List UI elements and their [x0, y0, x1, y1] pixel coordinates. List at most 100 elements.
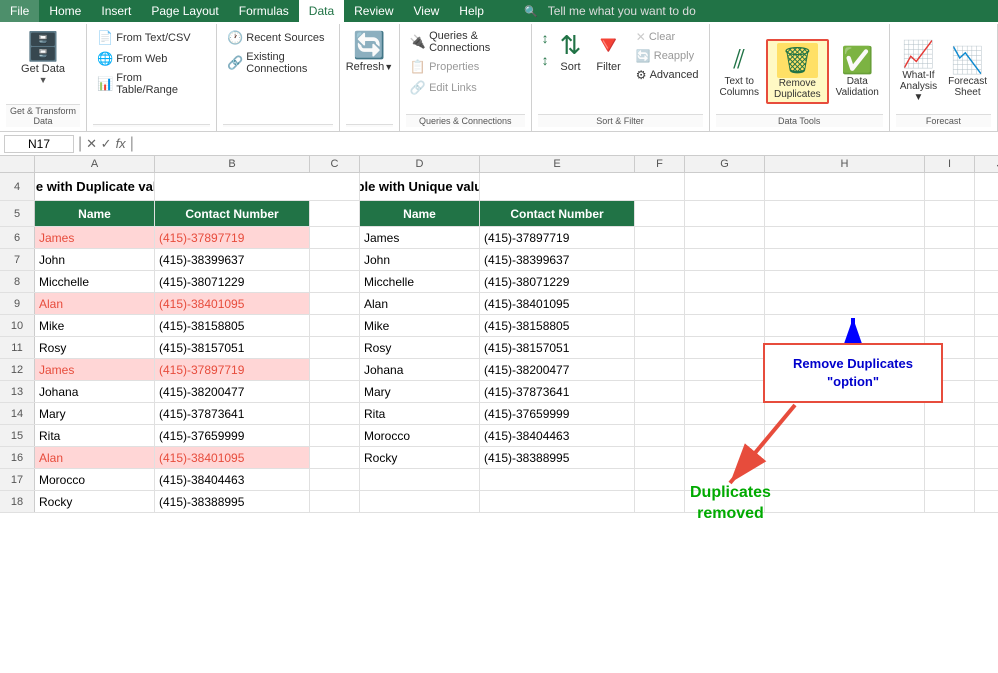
- name-box[interactable]: [4, 135, 74, 153]
- menu-view[interactable]: View: [404, 0, 450, 22]
- properties-button[interactable]: 📋 Properties: [406, 57, 525, 77]
- data-validation-button[interactable]: ✅ DataValidation: [832, 43, 883, 100]
- text-to-columns-button[interactable]: ⫽ Text toColumns: [716, 42, 763, 100]
- cell-j13[interactable]: [975, 381, 998, 402]
- cell-a7[interactable]: John: [35, 249, 155, 270]
- cell-g10[interactable]: [685, 315, 765, 336]
- cell-i8[interactable]: [925, 271, 975, 292]
- cell-e11[interactable]: (415)-38157051: [480, 337, 635, 358]
- cell-h9[interactable]: [765, 293, 925, 314]
- menu-file[interactable]: File: [0, 0, 39, 22]
- cell-a5[interactable]: Name: [35, 201, 155, 226]
- cell-h4[interactable]: [765, 173, 925, 200]
- cell-g7[interactable]: [685, 249, 765, 270]
- cell-j18[interactable]: [975, 491, 998, 512]
- cell-b6[interactable]: (415)-37897719: [155, 227, 310, 248]
- menu-formulas[interactable]: Formulas: [229, 0, 299, 22]
- cell-e8[interactable]: (415)-38071229: [480, 271, 635, 292]
- col-header-h[interactable]: H: [765, 156, 925, 172]
- cell-j12[interactable]: [975, 359, 998, 380]
- cell-h8[interactable]: [765, 271, 925, 292]
- sort-az-button[interactable]: ↕: [538, 28, 553, 48]
- cell-f6[interactable]: [635, 227, 685, 248]
- forecast-sheet-button[interactable]: 📉 ForecastSheet: [944, 43, 991, 100]
- col-header-d[interactable]: D: [360, 156, 480, 172]
- cell-a4[interactable]: Table with Duplicate values: [35, 173, 155, 200]
- cell-a14[interactable]: Mary: [35, 403, 155, 424]
- cell-a8[interactable]: Micchelle: [35, 271, 155, 292]
- cell-f13[interactable]: [635, 381, 685, 402]
- remove-duplicates-button[interactable]: 🗑 RemoveDuplicates: [766, 39, 829, 104]
- cell-f10[interactable]: [635, 315, 685, 336]
- cell-g14[interactable]: [685, 403, 765, 424]
- cell-i5[interactable]: [925, 201, 975, 226]
- cell-g16[interactable]: [685, 447, 765, 468]
- existing-connections-button[interactable]: 🔗 Existing Connections: [223, 49, 333, 77]
- cell-g4[interactable]: [685, 173, 765, 200]
- cell-f8[interactable]: [635, 271, 685, 292]
- col-header-i[interactable]: I: [925, 156, 975, 172]
- cell-e5[interactable]: Contact Number: [480, 201, 635, 226]
- cell-d5[interactable]: Name: [360, 201, 480, 226]
- cell-h14[interactable]: [765, 403, 925, 424]
- cell-e17[interactable]: [480, 469, 635, 490]
- recent-sources-button[interactable]: 🕐 Recent Sources: [223, 28, 333, 48]
- cell-h5[interactable]: [765, 201, 925, 226]
- cell-d7[interactable]: John: [360, 249, 480, 270]
- cell-c11[interactable]: [310, 337, 360, 358]
- reapply-button[interactable]: 🔄 Reapply: [632, 47, 703, 65]
- cell-b7[interactable]: (415)-38399637: [155, 249, 310, 270]
- cell-d15[interactable]: Morocco: [360, 425, 480, 446]
- cell-a11[interactable]: Rosy: [35, 337, 155, 358]
- cell-b14[interactable]: (415)-37873641: [155, 403, 310, 424]
- cell-e16[interactable]: (415)-38388995: [480, 447, 635, 468]
- cell-e13[interactable]: (415)-37873641: [480, 381, 635, 402]
- menu-help[interactable]: Help: [449, 0, 494, 22]
- menu-insert[interactable]: Insert: [91, 0, 141, 22]
- cell-a10[interactable]: Mike: [35, 315, 155, 336]
- cell-c18[interactable]: [310, 491, 360, 512]
- cell-j7[interactable]: [975, 249, 998, 270]
- cell-b12[interactable]: (415)-37897719: [155, 359, 310, 380]
- cell-i6[interactable]: [925, 227, 975, 248]
- from-web-button[interactable]: 🌐 From Web: [93, 49, 210, 69]
- cell-e6[interactable]: (415)-37897719: [480, 227, 635, 248]
- cell-f5[interactable]: [635, 201, 685, 226]
- cell-j4[interactable]: [975, 173, 998, 200]
- cell-b15[interactable]: (415)-37659999: [155, 425, 310, 446]
- cell-e14[interactable]: (415)-37659999: [480, 403, 635, 424]
- cell-c16[interactable]: [310, 447, 360, 468]
- cell-a13[interactable]: Johana: [35, 381, 155, 402]
- cell-j9[interactable]: [975, 293, 998, 314]
- menu-data[interactable]: Data: [299, 0, 344, 22]
- cell-f7[interactable]: [635, 249, 685, 270]
- cell-d11[interactable]: Rosy: [360, 337, 480, 358]
- from-text-csv-button[interactable]: 📄 From Text/CSV: [93, 28, 210, 48]
- cell-j5[interactable]: [975, 201, 998, 226]
- cell-c10[interactable]: [310, 315, 360, 336]
- cell-d17[interactable]: [360, 469, 480, 490]
- cell-f14[interactable]: [635, 403, 685, 424]
- cell-b16[interactable]: (415)-38401095: [155, 447, 310, 468]
- cell-h10[interactable]: [765, 315, 925, 336]
- col-header-g[interactable]: G: [685, 156, 765, 172]
- cell-a12[interactable]: James: [35, 359, 155, 380]
- cell-j16[interactable]: [975, 447, 998, 468]
- what-if-button[interactable]: 📈 What-IfAnalysis ▼: [896, 37, 941, 105]
- menu-page-layout[interactable]: Page Layout: [141, 0, 228, 22]
- cell-b18[interactable]: (415)-38388995: [155, 491, 310, 512]
- from-table-button[interactable]: 📊 From Table/Range: [93, 70, 210, 98]
- cell-a9[interactable]: Alan: [35, 293, 155, 314]
- cell-c13[interactable]: [310, 381, 360, 402]
- refresh-button[interactable]: 🔄 Refresh ▼: [342, 28, 397, 75]
- cell-i7[interactable]: [925, 249, 975, 270]
- cell-c5[interactable]: [310, 201, 360, 226]
- cell-a16[interactable]: Alan: [35, 447, 155, 468]
- cell-i9[interactable]: [925, 293, 975, 314]
- col-header-e[interactable]: E: [480, 156, 635, 172]
- cell-j14[interactable]: [975, 403, 998, 424]
- cell-d18[interactable]: [360, 491, 480, 512]
- queries-connections-button[interactable]: 🔌 Queries & Connections: [406, 28, 525, 56]
- cell-e18[interactable]: [480, 491, 635, 512]
- cell-c15[interactable]: [310, 425, 360, 446]
